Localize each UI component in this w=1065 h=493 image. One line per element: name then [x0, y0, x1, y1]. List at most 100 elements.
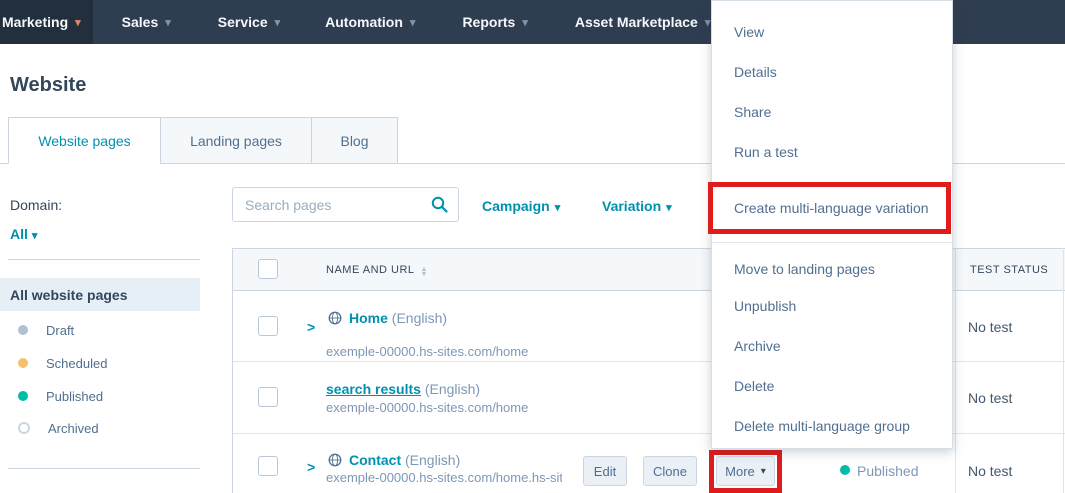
- sidebar-item-scheduled[interactable]: Scheduled: [0, 347, 200, 379]
- page-url: exemple-00000.hs-sites.com/home.hs-sites…: [326, 470, 562, 485]
- nav-item-label: Automation: [325, 14, 403, 30]
- sidebar-item-label: All website pages: [10, 286, 128, 303]
- tab-blog[interactable]: Blog: [311, 117, 398, 164]
- variation-filter-dropdown[interactable]: Variation ▾: [602, 198, 672, 214]
- sidebar-item-label: Draft: [46, 322, 75, 338]
- page-url: exemple-00000.hs-sites.com/home: [326, 344, 529, 359]
- column-header-name-and-url: NAME AND URL ▲ ▼: [326, 264, 428, 278]
- table-left-border: [232, 248, 233, 493]
- chevron-down-icon: ▾: [75, 16, 81, 29]
- sidebar-item-archived[interactable]: Archived: [0, 412, 200, 444]
- highlight-box-create-multi-language-variation: Create multi-language variation: [708, 182, 951, 234]
- sort-icon[interactable]: ▲ ▼: [421, 266, 428, 278]
- row-checkbox[interactable]: [258, 456, 278, 476]
- page-title: Website: [10, 74, 87, 96]
- sidebar-item-label: Archived: [48, 420, 99, 436]
- row-checkbox[interactable]: [258, 387, 278, 407]
- sidebar-item-published[interactable]: Published: [0, 380, 200, 412]
- page-language: (English): [405, 452, 461, 468]
- tab-bar: Website pages Landing pages Blog: [8, 117, 398, 164]
- edit-button[interactable]: Edit: [583, 456, 627, 486]
- chevron-down-icon: ▾: [409, 16, 416, 29]
- page-name: Contact (English): [349, 452, 460, 468]
- domain-dropdown[interactable]: All ▾: [10, 226, 37, 242]
- sidebar-item-draft[interactable]: Draft: [0, 314, 200, 346]
- nav-item-reports[interactable]: Reports ▾: [445, 0, 544, 44]
- chevron-down-icon: ▾: [760, 465, 766, 477]
- sidebar-divider: [8, 468, 200, 469]
- test-status-cell: No test: [968, 319, 1013, 335]
- nav-item-asset-marketplace[interactable]: Asset Marketplace ▾: [558, 0, 727, 44]
- column-divider: [1063, 248, 1064, 493]
- search-input[interactable]: [243, 195, 431, 214]
- menu-item-share[interactable]: Share: [734, 102, 771, 122]
- nav-item-automation[interactable]: Automation ▾: [308, 0, 432, 44]
- menu-item-archive[interactable]: Archive: [734, 336, 781, 356]
- column-divider: [955, 248, 956, 493]
- page-link[interactable]: Contact: [349, 452, 401, 468]
- tab-label: Landing pages: [190, 132, 282, 149]
- menu-item-move-to-landing-pages[interactable]: Move to landing pages: [734, 259, 875, 279]
- sidebar-divider: [8, 259, 200, 260]
- page-language: (English): [391, 310, 448, 326]
- tab-label: Blog: [340, 132, 369, 149]
- menu-item-delete-multi-language-group[interactable]: Delete multi-language group: [734, 416, 910, 436]
- published-status-dot: [840, 465, 850, 475]
- column-header-test-status: TEST STATUS: [970, 264, 1048, 276]
- page-language: (English): [424, 381, 481, 397]
- tab-landing-pages[interactable]: Landing pages: [160, 117, 312, 164]
- publish-status-label: Published: [857, 463, 919, 479]
- nav-item-sales[interactable]: Sales ▾: [105, 0, 188, 44]
- chevron-down-icon: ▾: [704, 16, 711, 29]
- chevron-right-icon[interactable]: >: [307, 459, 315, 475]
- menu-item-run-a-test[interactable]: Run a test: [734, 142, 798, 162]
- more-actions-menu: View Details Share Run a test Create mul…: [708, 0, 953, 449]
- search-icon[interactable]: [431, 196, 448, 213]
- more-button[interactable]: More ▾: [716, 456, 775, 486]
- more-button-label: More: [725, 463, 755, 479]
- nav-item-marketing[interactable]: Marketing ▾: [0, 0, 93, 44]
- page-name: Home (English): [349, 310, 447, 326]
- page-link[interactable]: search results: [326, 381, 421, 397]
- scheduled-status-dot: [18, 358, 28, 368]
- select-all-checkbox[interactable]: [258, 259, 278, 279]
- globe-icon: [328, 453, 342, 467]
- chevron-down-icon: ▾: [666, 202, 672, 214]
- domain-value: All: [10, 226, 28, 242]
- page-url: exemple-00000.hs-sites.com/home: [326, 400, 529, 415]
- row-checkbox[interactable]: [258, 316, 278, 336]
- clone-button[interactable]: Clone: [643, 456, 697, 486]
- published-status-dot: [18, 391, 28, 401]
- tab-website-pages[interactable]: Website pages: [8, 117, 161, 164]
- nav-item-label: Sales: [121, 14, 159, 30]
- tab-label: Website pages: [38, 132, 131, 149]
- nav-item-label: Reports: [462, 14, 516, 30]
- chevron-down-icon: ▾: [522, 16, 528, 29]
- nav-item-label: Asset Marketplace: [574, 14, 698, 30]
- filter-label: Variation: [602, 198, 662, 214]
- page-name: search results (English): [326, 381, 480, 397]
- menu-item-delete[interactable]: Delete: [734, 376, 774, 396]
- test-status-cell: No test: [968, 390, 1013, 406]
- test-status-cell: No test: [968, 463, 1013, 479]
- nav-item-label: Marketing: [2, 14, 69, 30]
- campaign-filter-dropdown[interactable]: Campaign ▾: [482, 198, 560, 214]
- menu-item-unpublish[interactable]: Unpublish: [734, 296, 796, 316]
- page-link[interactable]: Home: [349, 310, 388, 326]
- menu-item-view[interactable]: View: [734, 22, 764, 42]
- chevron-down-icon: ▾: [274, 16, 281, 29]
- chevron-down-icon: ▾: [165, 16, 171, 29]
- sidebar-item-all-website-pages[interactable]: All website pages: [0, 278, 200, 311]
- archived-status-dot: [18, 422, 30, 434]
- menu-divider: [712, 242, 952, 243]
- column-header-label: NAME AND URL: [326, 264, 415, 276]
- chevron-down-icon: ▾: [554, 202, 561, 214]
- draft-status-dot: [18, 325, 28, 335]
- nav-item-service[interactable]: Service ▾: [201, 0, 297, 44]
- search-box: [232, 187, 459, 222]
- column-header-label: TEST STATUS: [970, 264, 1049, 276]
- menu-item-create-multi-language-variation[interactable]: Create multi-language variation: [734, 200, 929, 216]
- chevron-right-icon[interactable]: >: [307, 319, 315, 335]
- menu-item-details[interactable]: Details: [734, 62, 777, 82]
- sidebar-item-label: Published: [46, 388, 104, 404]
